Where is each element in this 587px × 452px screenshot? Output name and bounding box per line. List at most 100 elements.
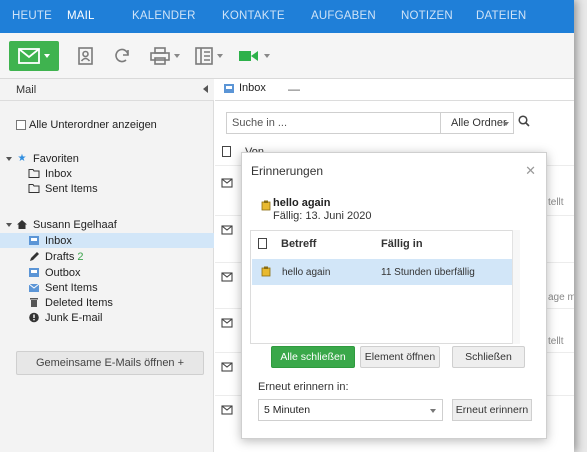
sidebar-item-junk[interactable]: Junk E-mail	[0, 310, 214, 325]
task-icon	[261, 266, 271, 277]
nav-heute[interactable]: HEUTE	[12, 10, 52, 22]
envelope-icon	[221, 272, 233, 282]
new-mail-icon	[18, 48, 40, 64]
folder-icon	[28, 169, 40, 178]
refresh-button[interactable]	[112, 41, 132, 71]
chevron-down-icon[interactable]	[6, 222, 12, 227]
refresh-icon	[115, 48, 129, 63]
sidebar-item-label: Inbox	[45, 234, 72, 247]
reminders-dialog: Erinnerungen ✕ hello again Fällig: 13. J…	[241, 152, 547, 439]
reminder-subject-cell: hello again	[282, 267, 331, 278]
video-button[interactable]	[238, 41, 270, 71]
inbox-icon	[29, 236, 39, 245]
sidebar-item-label: Drafts	[45, 250, 75, 263]
chevron-down-icon	[430, 409, 436, 413]
search-scope-value: Alle Ordner	[451, 117, 507, 129]
sidebar-item-label: Sent Items	[45, 182, 98, 195]
nav-aufgaben[interactable]: AUFGABEN	[311, 10, 376, 22]
snooze-duration-value: 5 Minuten	[264, 404, 311, 416]
close-all-button[interactable]: Alle schließen	[271, 346, 355, 368]
reminder-subject: hello again	[273, 197, 331, 209]
envelope-icon	[221, 178, 233, 188]
sidebar-item-fav-inbox[interactable]: Inbox	[0, 166, 214, 181]
envelope-icon	[221, 318, 233, 328]
nav-dateien[interactable]: DATEIEN	[476, 10, 526, 22]
app-window: HEUTE MAIL KALENDER KONTAKTE AUFGABEN NO…	[0, 0, 574, 452]
collapse-pane-icon[interactable]	[203, 85, 208, 93]
sidebar-item-sent[interactable]: Sent Items	[0, 280, 214, 295]
search-scope-select[interactable]: Alle Ordner	[441, 112, 514, 134]
chevron-down-icon[interactable]	[6, 156, 12, 161]
new-mail-button[interactable]	[9, 41, 59, 71]
folder-icon	[28, 184, 40, 193]
chevron-down-icon	[503, 122, 509, 126]
show-subfolders-label: Alle Unterordner anzeigen	[29, 119, 157, 131]
junk-icon	[29, 312, 39, 323]
folder-pane-title: Mail	[16, 84, 37, 96]
column-header-subject[interactable]: Betreff	[281, 238, 316, 250]
outbox-icon	[29, 268, 39, 277]
tab-inbox[interactable]: Inbox	[223, 82, 266, 94]
trash-icon	[30, 298, 38, 307]
layout-icon	[195, 47, 213, 65]
top-navigation: HEUTE MAIL KALENDER KONTAKTE AUFGABEN NO…	[0, 0, 574, 33]
snooze-button[interactable]: Erneut erinnern	[452, 399, 532, 421]
close-icon[interactable]: ✕	[525, 163, 536, 179]
sidebar-item-label: Inbox	[45, 167, 72, 180]
chevron-down-icon	[44, 54, 50, 58]
sidebar-item-drafts[interactable]: Drafts 2	[0, 249, 214, 264]
reminders-table: Betreff Fällig in hello again 11 Stunden…	[250, 230, 520, 344]
nav-kontakte[interactable]: KONTAKTE	[222, 10, 285, 22]
tab-label: Inbox	[239, 82, 266, 94]
print-button[interactable]	[150, 41, 180, 71]
nav-kalender[interactable]: KALENDER	[132, 10, 196, 22]
open-item-button[interactable]: Element öffnen	[360, 346, 440, 368]
row-type-column-icon	[258, 238, 267, 249]
sidebar-item-label: Sent Items	[45, 281, 98, 294]
folder-pane: Mail Alle Unterordner anzeigen ★ Favorit…	[0, 79, 214, 452]
search-icon	[518, 115, 530, 127]
column-header-due[interactable]: Fällig in	[381, 238, 423, 250]
table-row[interactable]: hello again 11 Stunden überfällig	[252, 259, 518, 285]
folder-pane-header: Mail	[0, 79, 214, 101]
table-scrollbar[interactable]	[512, 230, 520, 344]
message-snippet: tellt	[548, 336, 564, 347]
dialog-title: Erinnerungen	[251, 164, 324, 178]
message-snippet: age mit	[548, 292, 574, 303]
envelope-icon	[221, 362, 233, 372]
sidebar-item-deleted[interactable]: Deleted Items	[0, 295, 214, 310]
sidebar-item-label: Deleted Items	[45, 296, 113, 309]
tab-bar: Inbox —	[215, 79, 574, 101]
minimize-tab-icon[interactable]: —	[288, 82, 300, 96]
select-all-checkbox[interactable]	[222, 146, 231, 157]
envelope-icon	[221, 405, 233, 415]
chevron-down-icon	[217, 54, 223, 58]
home-icon	[17, 220, 27, 229]
account-node[interactable]: Susann Egelhaaf	[0, 217, 214, 232]
reminder-summary: hello again Fällig: 13. Juni 2020	[261, 197, 371, 222]
sidebar-item-label: Junk E-mail	[45, 311, 103, 324]
pencil-icon	[30, 252, 39, 261]
search-button[interactable]	[518, 115, 530, 130]
snooze-label: Erneut erinnern in:	[258, 381, 349, 393]
favorites-node[interactable]: ★ Favoriten	[0, 151, 214, 166]
nav-mail[interactable]: MAIL	[67, 10, 95, 22]
drafts-count-badge: 2	[77, 250, 84, 263]
contacts-button[interactable]	[77, 41, 95, 71]
nav-notizen[interactable]: NOTIZEN	[401, 10, 453, 22]
snooze-duration-select[interactable]: 5 Minuten	[258, 399, 443, 421]
close-button[interactable]: Schließen	[452, 346, 525, 368]
toolbar	[0, 33, 574, 79]
sidebar-item-fav-sent[interactable]: Sent Items	[0, 181, 214, 196]
show-subfolders-checkbox[interactable]	[16, 120, 26, 130]
sent-icon	[28, 283, 40, 292]
contacts-icon	[78, 47, 93, 65]
layout-button[interactable]	[195, 41, 223, 71]
show-subfolders-toggle[interactable]: Alle Unterordner anzeigen	[16, 119, 157, 131]
sidebar-item-outbox[interactable]: Outbox	[0, 265, 214, 280]
search-input[interactable]: Suche in ...	[226, 112, 441, 134]
sidebar-item-inbox[interactable]: Inbox	[0, 233, 214, 248]
print-icon	[150, 47, 170, 65]
open-shared-mail-button[interactable]: Gemeinsame E-Mails öffnen +	[16, 351, 204, 375]
envelope-icon	[221, 225, 233, 235]
